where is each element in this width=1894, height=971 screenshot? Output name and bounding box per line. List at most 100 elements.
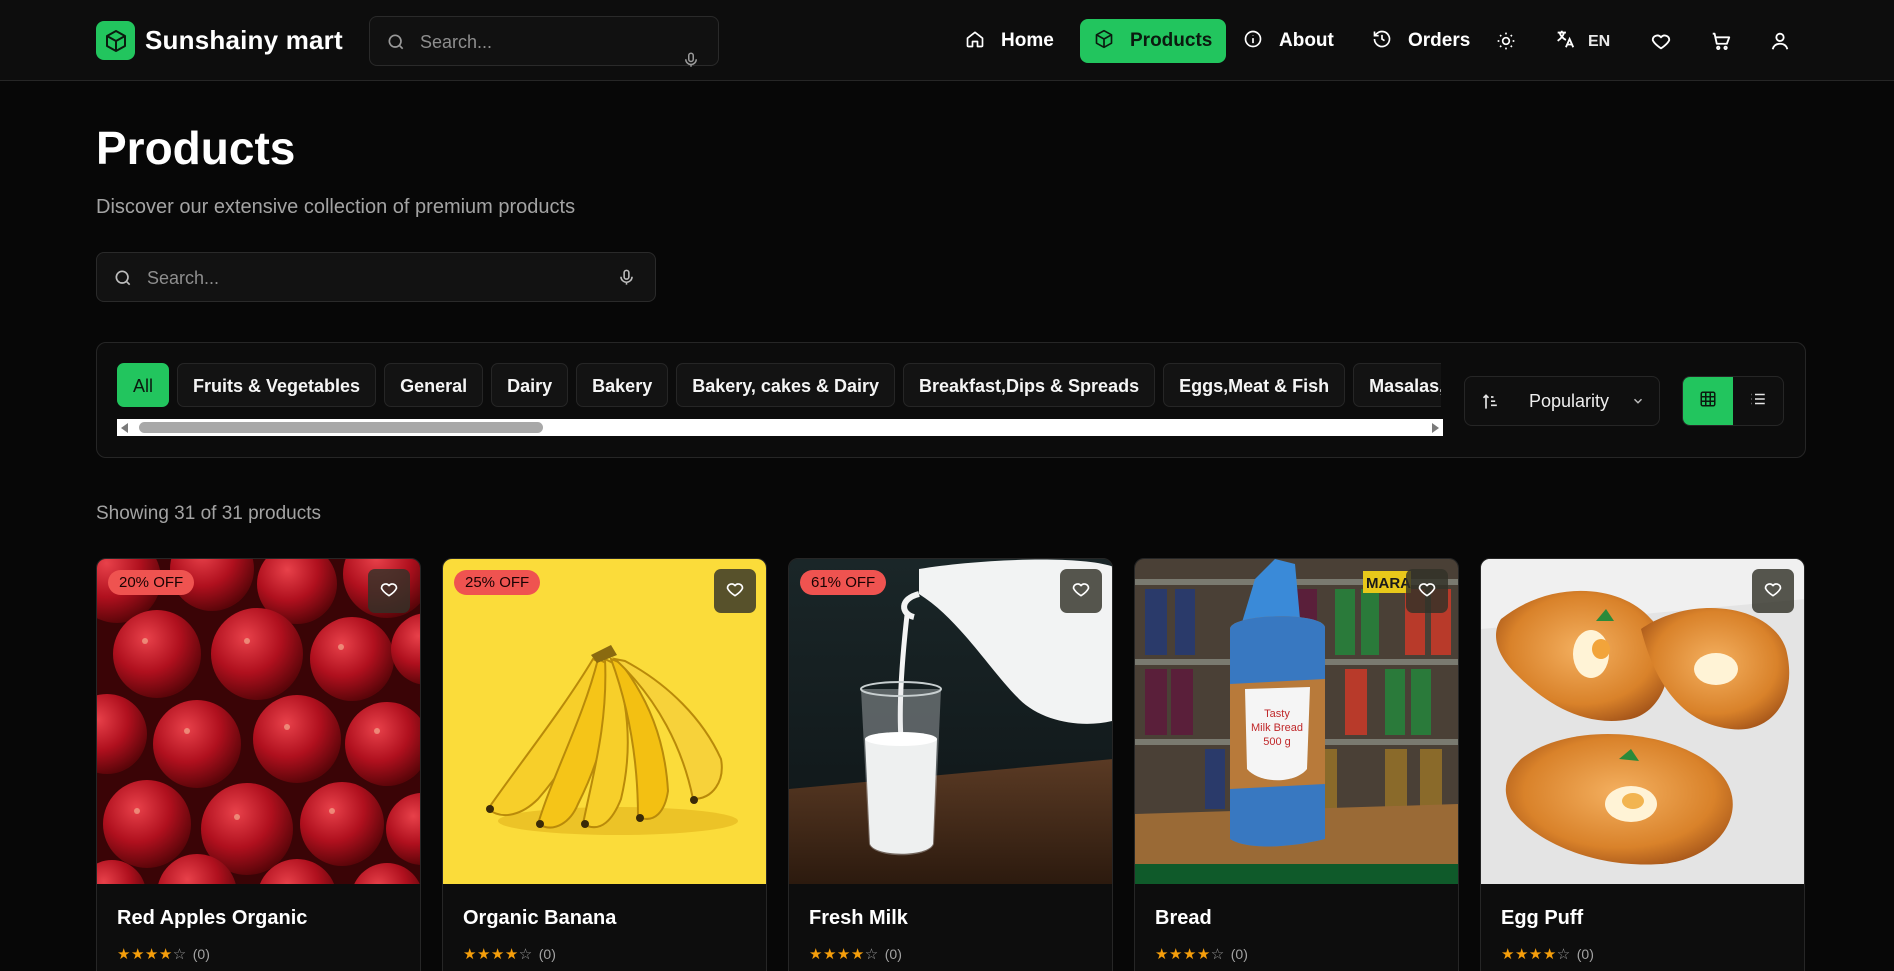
category-scrollbar[interactable] [117,419,1443,436]
product-search-input[interactable] [147,263,587,293]
header-search-input[interactable] [420,27,660,57]
discount-badge: 25% OFF [454,570,541,595]
microphone-icon[interactable] [682,51,700,74]
filter-panel: All Fruits & Vegetables General Dairy Bakery… [96,342,1806,458]
star-rating-icons: ★★★★☆ [463,946,533,963]
sort-select[interactable]: Popularity [1464,376,1660,426]
heart-icon [1763,579,1783,604]
nav-products-label: Products [1130,30,1213,51]
nav-products[interactable]: Products [1080,19,1227,63]
bread-pack-text-2: Milk Bread [1251,722,1303,734]
product-rating: ★★★★☆ (0) [1155,945,1248,963]
category-chip-all[interactable]: All [117,363,170,407]
bread-pack-text-3: 500 g [1263,736,1291,748]
product-rating: ★★★★☆ (0) [463,945,556,963]
category-chip-eggs-meat-fish[interactable]: Eggs,Meat & Fish [1163,363,1346,407]
translate-icon [1554,28,1576,55]
add-to-wishlist-button[interactable] [714,569,756,613]
star-rating-icons: ★★★★☆ [1155,946,1225,963]
store-sign-text: MARA [1366,575,1411,592]
review-count: (0) [1230,946,1248,962]
top-navbar: Sunshainy mart Home Products About Order… [0,0,1894,81]
nav-about-label: About [1279,30,1334,51]
discount-badge: 20% OFF [108,570,195,595]
add-to-wishlist-button[interactable] [1406,569,1448,613]
brand[interactable]: Sunshainy mart [96,21,343,60]
sort-value: Popularity [1529,391,1610,411]
info-icon [1243,29,1263,54]
sort-ascending-icon [1481,392,1501,417]
review-count: (0) [538,946,556,962]
nav-orders-label: Orders [1408,30,1471,51]
cart-icon[interactable] [1706,26,1736,56]
product-rating: ★★★★☆ (0) [809,945,902,963]
heart-icon [1417,579,1437,604]
product-name[interactable]: Red Apples Organic [117,907,307,930]
add-to-wishlist-button[interactable] [1060,569,1102,613]
scrollbar-thumb[interactable] [139,422,543,433]
search-icon [113,268,133,293]
product-card[interactable]: 25% OFF Organic Banana ★★★★☆ (0) [442,558,767,971]
heart-icon [1071,579,1091,604]
category-chip-bakery-cakes-dairy[interactable]: Bakery, cakes & Dairy [676,363,895,407]
category-chip-bakery[interactable]: Bakery [576,363,669,407]
star-rating-icons: ★★★★☆ [1501,946,1571,963]
star-rating-icons: ★★★★☆ [809,946,879,963]
product-name[interactable]: Organic Banana [463,907,616,930]
microphone-icon[interactable] [617,268,636,292]
chevron-down-icon [1631,394,1645,413]
product-card[interactable]: Egg Puff ★★★★☆ (0) [1480,558,1805,971]
heart-icon [379,579,399,604]
add-to-wishlist-button[interactable] [368,569,410,613]
product-card[interactable]: 61% OFF Fresh Milk ★★★★☆ (0) [788,558,1113,971]
product-name[interactable]: Bread [1155,907,1212,930]
nav-about[interactable]: About [1229,19,1348,63]
page-subtitle: Discover our extensive collection of pre… [96,196,576,218]
product-card[interactable]: MARA Tasty Milk Bread 500 g Bread ★★★★☆ … [1134,558,1459,971]
review-count: (0) [884,946,902,962]
theme-toggle-sun-icon[interactable] [1491,26,1521,56]
page-title: Products [96,122,296,174]
bread-pack-text-1: Tasty [1264,708,1290,720]
scroll-right-arrow-icon[interactable] [1432,423,1439,433]
category-chip-masalas-oils[interactable]: Masalas, Oils & Dry Fruits [1353,363,1441,407]
list-view-button[interactable] [1733,377,1783,425]
user-account-icon[interactable] [1765,26,1795,56]
scroll-left-arrow-icon[interactable] [121,423,128,433]
list-icon [1749,390,1767,413]
discount-badge: 61% OFF [800,570,887,595]
product-rating: ★★★★☆ (0) [117,945,210,963]
product-card[interactable]: 20% OFF Red Apples Organic ★★★★☆ (0) [96,558,421,971]
box-logo-icon [96,21,135,60]
view-toggle [1682,376,1784,426]
wishlist-heart-icon[interactable] [1646,26,1676,56]
grid-icon [1699,390,1717,413]
product-search[interactable] [96,252,656,302]
language-selector[interactable]: EN [1554,28,1610,55]
category-chip-general[interactable]: General [384,363,484,407]
product-name[interactable]: Fresh Milk [809,907,908,930]
search-icon [386,32,406,57]
product-rating: ★★★★☆ (0) [1501,945,1594,963]
star-rating-icons: ★★★★☆ [117,946,187,963]
grid-view-button[interactable] [1683,377,1733,425]
category-chip-breakfast-dips-spreads[interactable]: Breakfast,Dips & Spreads [903,363,1156,407]
product-name[interactable]: Egg Puff [1501,907,1583,930]
heart-icon [725,579,745,604]
category-chip-dairy[interactable]: Dairy [491,363,569,407]
category-chip-fruits-vegetables[interactable]: Fruits & Vegetables [177,363,377,407]
box-icon [1094,29,1114,54]
nav-home[interactable]: Home [951,19,1068,63]
home-icon [965,29,985,54]
brand-name: Sunshainy mart [145,25,343,55]
nav-orders[interactable]: Orders [1358,19,1484,63]
history-icon [1372,29,1392,54]
header-search[interactable] [369,16,719,67]
nav-home-label: Home [1001,30,1054,51]
language-code: EN [1588,32,1611,50]
review-count: (0) [192,946,210,962]
results-count: Showing 31 of 31 products [96,503,321,524]
add-to-wishlist-button[interactable] [1752,569,1794,613]
category-chips[interactable]: All Fruits & Vegetables General Dairy Bakery… [117,363,1441,409]
review-count: (0) [1576,946,1594,962]
